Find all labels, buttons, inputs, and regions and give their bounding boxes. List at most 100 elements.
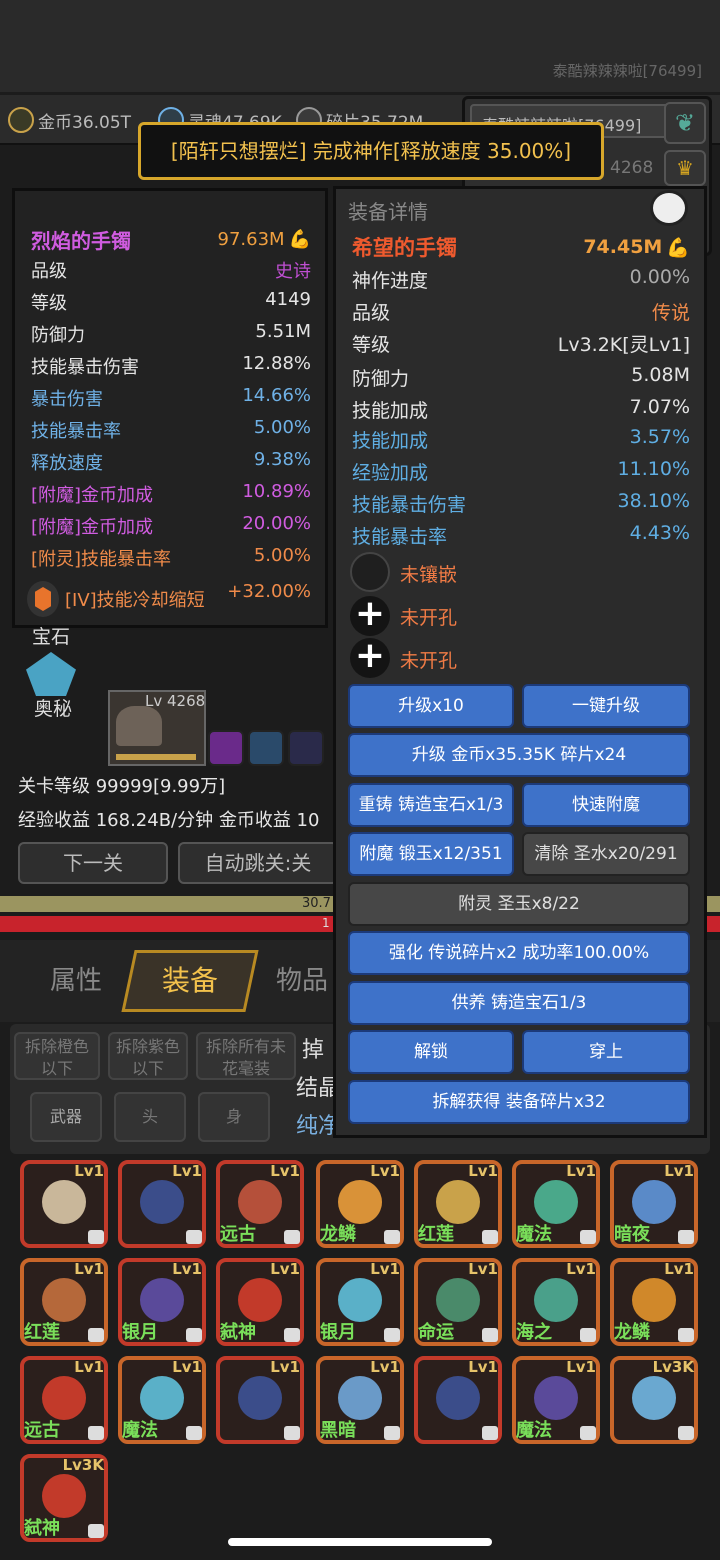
inventory-item[interactable]: Lv1 龙鳞 — [316, 1160, 404, 1248]
stat-label: 技能暴击伤害 — [31, 357, 139, 378]
lock-icon[interactable] — [650, 190, 688, 226]
enchant-button[interactable]: 附魔 锻玉x12/351 — [348, 832, 514, 876]
stat-label: 防御力 — [352, 368, 410, 390]
filter-body[interactable]: 身 — [198, 1092, 270, 1142]
gem-tab-label[interactable]: 宝石 — [32, 622, 70, 649]
player-level: 4268 — [610, 158, 654, 178]
socket-label: 未开孔 — [400, 607, 458, 629]
item-art-icon — [534, 1180, 578, 1224]
item-name: 龙鳞 — [614, 1322, 650, 1343]
inventory-item[interactable]: Lv3K 弑神 — [20, 1454, 108, 1542]
inventory-item[interactable]: Lv1 远古 — [20, 1356, 108, 1444]
mystic-tab-label[interactable]: 奥秘 — [34, 694, 72, 721]
item-art-icon — [42, 1180, 86, 1224]
detail-header: 希望的手镯 74.45M 💪 — [352, 232, 690, 262]
inventory-item[interactable]: Lv1 弑神 — [216, 1258, 304, 1346]
item-name: 黑暗 — [320, 1420, 356, 1441]
nurture-button[interactable]: 供养 铸造宝石1/3 — [348, 981, 690, 1025]
player-name-top: 泰酷辣辣辣啦[76499] — [552, 62, 702, 80]
item-art-icon — [436, 1180, 480, 1224]
item-level: Lv1 — [370, 1358, 400, 1376]
gem-icon — [27, 581, 59, 617]
tab-items[interactable]: 物品 — [276, 960, 328, 997]
quick-enchant-button[interactable]: 快速附魔 — [522, 783, 690, 827]
item-name: 魔法 — [122, 1420, 158, 1441]
inventory-item[interactable]: Lv1 红莲 — [414, 1160, 502, 1248]
inventory-item[interactable]: Lv1 — [118, 1160, 206, 1248]
leaf-icon[interactable]: ❦ — [664, 102, 706, 144]
item-level: Lv1 — [270, 1260, 300, 1278]
mystic-icon[interactable] — [26, 652, 76, 696]
inventory-item[interactable]: Lv1 — [216, 1356, 304, 1444]
skill-1-icon[interactable] — [208, 730, 244, 766]
upgrade-x10-button[interactable]: 升级x10 — [348, 684, 514, 728]
spirit-button[interactable]: 附灵 圣玉x8/22 — [348, 882, 690, 926]
equip-button[interactable]: 穿上 — [522, 1030, 690, 1074]
inventory-item[interactable]: Lv3K — [610, 1356, 698, 1444]
home-indicator[interactable] — [228, 1538, 492, 1546]
item-name: 红莲 — [418, 1224, 454, 1245]
item-art-icon — [238, 1278, 282, 1322]
stat-label: 技能加成 — [352, 430, 429, 452]
stat-value: Lv3.2K[灵Lv1] — [557, 334, 690, 356]
inventory-item[interactable]: Lv1 龙鳞 — [610, 1258, 698, 1346]
auto-skip-button[interactable]: 自动跳关:关 — [178, 842, 338, 884]
socket-label: 未开孔 — [400, 650, 458, 672]
skill-2-icon[interactable] — [248, 730, 284, 766]
upgrade-all-button[interactable]: 一键升级 — [522, 684, 690, 728]
inventory-item[interactable]: Lv1 红莲 — [20, 1258, 108, 1346]
item-level: Lv1 — [664, 1260, 694, 1278]
remove-orange-button[interactable]: 拆除橙色 以下 — [14, 1032, 100, 1080]
inventory-item[interactable]: Lv1 魔法 — [512, 1160, 600, 1248]
filter-head[interactable]: 头 — [114, 1092, 186, 1142]
inventory-item[interactable]: Lv1 远古 — [216, 1160, 304, 1248]
inventory-item[interactable]: Lv1 命运 — [414, 1258, 502, 1346]
inventory-item[interactable]: Lv1 银月 — [118, 1258, 206, 1346]
inventory-item[interactable]: Lv1 黑暗 — [316, 1356, 404, 1444]
inventory-item[interactable]: Lv1 — [414, 1356, 502, 1444]
inventory-item[interactable]: Lv1 银月 — [316, 1258, 404, 1346]
lock-icon — [580, 1328, 596, 1342]
filter-weapon[interactable]: 武器 — [30, 1092, 102, 1142]
tab-equipment[interactable]: 装备 — [121, 950, 259, 1012]
stat-label: 技能暴击率 — [31, 421, 121, 442]
inventory-item[interactable]: Lv1 暗夜 — [610, 1160, 698, 1248]
upgrade-cost-button[interactable]: 升级 金币x35.35K 碎片x24 — [348, 733, 690, 777]
stat-value: 传说 — [651, 302, 690, 324]
lock-icon — [284, 1328, 300, 1342]
item-level: Lv1 — [468, 1358, 498, 1376]
stat-value: 5.00% — [253, 545, 311, 566]
muscle-icon: 💪 — [666, 236, 690, 259]
inventory-item[interactable]: Lv1 魔法 — [118, 1356, 206, 1444]
lock-icon — [384, 1328, 400, 1342]
inventory-item[interactable]: Lv1 — [20, 1160, 108, 1248]
clear-button[interactable]: 清除 圣水x20/291 — [522, 832, 690, 876]
add-socket-icon[interactable]: + — [350, 596, 390, 636]
next-stage-button[interactable]: 下一关 — [18, 842, 168, 884]
lock-icon — [88, 1328, 104, 1342]
gem-socket[interactable] — [350, 552, 390, 592]
inventory-item[interactable]: Lv1 魔法 — [512, 1356, 600, 1444]
recast-button[interactable]: 重铸 铸造宝石x1/3 — [348, 783, 514, 827]
strengthen-button[interactable]: 强化 传说碎片x2 成功率100.00% — [348, 931, 690, 975]
stat-value: 0.00% — [629, 266, 690, 288]
lock-icon — [186, 1230, 202, 1244]
lock-icon — [678, 1426, 694, 1440]
skill-3-icon[interactable] — [288, 730, 324, 766]
add-socket-icon[interactable]: + — [350, 638, 390, 678]
dismantle-button[interactable]: 拆解获得 装备碎片x32 — [348, 1080, 690, 1124]
item-level: Lv1 — [370, 1260, 400, 1278]
inventory-item[interactable]: Lv1 海之 — [512, 1258, 600, 1346]
hp-text: 1 — [322, 916, 330, 930]
unlock-button[interactable]: 解锁 — [348, 1030, 514, 1074]
crown-icon[interactable]: ♛ — [664, 150, 706, 186]
lock-icon — [678, 1328, 694, 1342]
item-art-icon — [140, 1180, 184, 1224]
detail-title: 装备详情 — [348, 200, 428, 224]
remove-purple-button[interactable]: 拆除紫色 以下 — [108, 1032, 188, 1080]
remove-all-button[interactable]: 拆除所有未 花毫装 — [196, 1032, 296, 1080]
stat-value: 38.10% — [617, 490, 690, 512]
compare-stat-row: [附灵]技能暴击率 5.00% — [31, 545, 311, 571]
tab-attributes[interactable]: 属性 — [50, 960, 102, 997]
item-level: Lv1 — [566, 1162, 596, 1180]
